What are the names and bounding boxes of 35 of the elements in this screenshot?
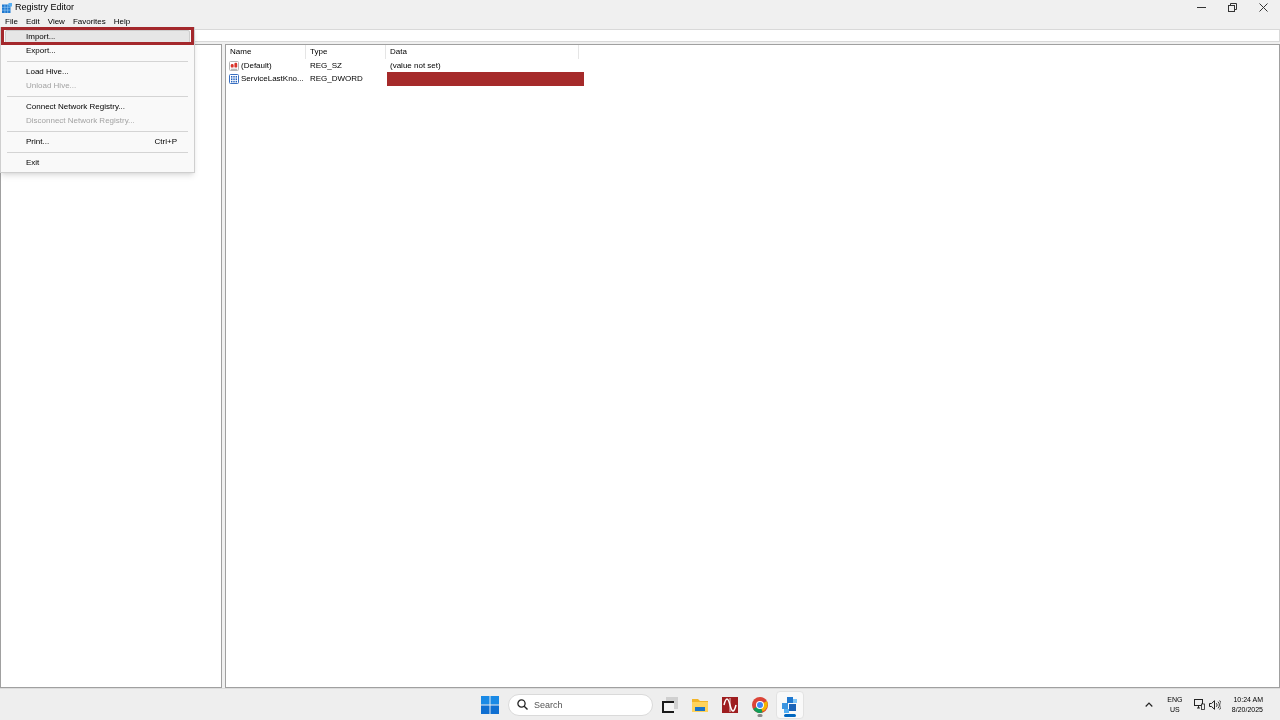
speaker-icon <box>1208 699 1221 710</box>
menu-item[interactable]: Export... <box>5 44 190 58</box>
stacked-windows-icon <box>661 695 679 714</box>
close-icon <box>1259 3 1268 12</box>
column-header[interactable]: Data <box>386 45 579 59</box>
menu-bar-item[interactable]: Favorites <box>68 15 110 28</box>
column-header[interactable]: Type <box>306 45 386 59</box>
search-icon <box>517 699 528 710</box>
grid-app-icon <box>2 2 12 13</box>
menu-bar-item[interactable]: View <box>43 15 69 28</box>
cubes-icon <box>781 695 799 714</box>
menu-bar-item[interactable]: Edit <box>21 15 44 28</box>
menu-bar-item[interactable]: File <box>1 15 22 28</box>
table-cell-text: REG_DWORD <box>309 74 364 83</box>
menu-item[interactable]: Connect Network Registry... <box>5 100 190 114</box>
menu-item[interactable]: Exit <box>5 156 190 170</box>
table-cell: (Default) <box>241 61 272 70</box>
table-cell-text: (value not set) <box>389 61 441 70</box>
minimize-icon <box>1197 7 1206 8</box>
waveform-app-icon <box>721 695 739 714</box>
browser-icon <box>751 695 769 714</box>
monitor-icon <box>1193 699 1205 710</box>
menu-item[interactable]: Load Hive... <box>5 65 190 79</box>
chevron-up-icon <box>1144 702 1153 707</box>
start-icon <box>481 695 499 714</box>
menu-bar-item[interactable]: Help <box>109 15 135 28</box>
table-cell-text: REG_SZ <box>309 61 343 70</box>
window-title: Registry Editor <box>15 3 75 12</box>
table-cell: ServiceLastKno... <box>241 74 304 83</box>
string-value-icon <box>229 60 239 71</box>
menu-item[interactable]: Print... Ctrl+P <box>5 135 190 149</box>
search-field[interactable]: Search <box>508 693 653 716</box>
restore-icon <box>1228 3 1237 12</box>
column-header[interactable]: Name <box>226 45 306 59</box>
binary-value-icon <box>229 73 239 84</box>
